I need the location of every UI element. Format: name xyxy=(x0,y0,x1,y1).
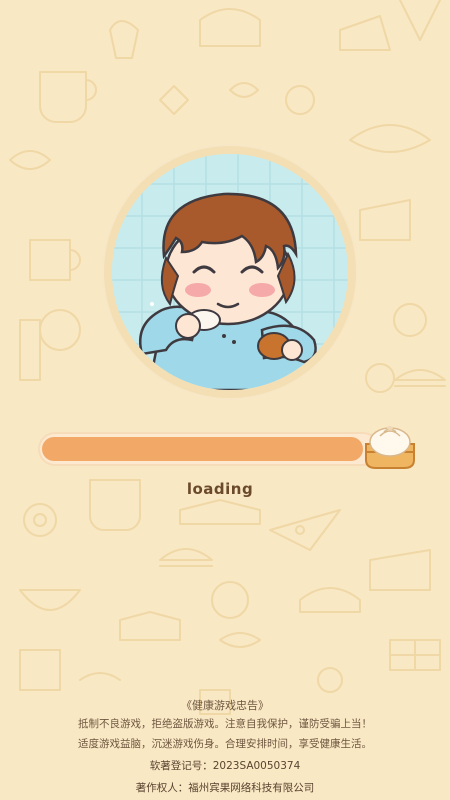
health-notice-title: 《健康游戏忠告》 xyxy=(181,699,269,712)
loading-progress-bar xyxy=(38,432,380,466)
character-avatar-frame xyxy=(104,146,356,398)
cartoon-child-eating-icon xyxy=(112,154,348,390)
copyright-owner: 著作权人：福州宾果网络科技有限公司 xyxy=(135,782,315,794)
health-notice-line-1: 抵制不良游戏，拒绝盗版游戏。注意自我保护，谨防受骗上当！ xyxy=(78,718,372,730)
steamed-bun-icon xyxy=(360,420,420,472)
health-notice: 《健康游戏忠告》 抵制不良游戏，拒绝盗版游戏。注意自我保护，谨防受骗上当！ 适度… xyxy=(0,698,450,754)
food-doodle-pattern xyxy=(9,0,446,715)
loading-progress-fill xyxy=(42,437,363,461)
health-notice-line-2: 适度游戏益脑，沉迷游戏伤身。合理安排时间，享受健康生活。 xyxy=(78,738,372,750)
background xyxy=(0,0,450,800)
software-registration-number: 软著登记号：2023SA0050374 xyxy=(149,760,301,772)
character-avatar xyxy=(112,154,348,390)
loading-label: loading xyxy=(186,480,254,498)
